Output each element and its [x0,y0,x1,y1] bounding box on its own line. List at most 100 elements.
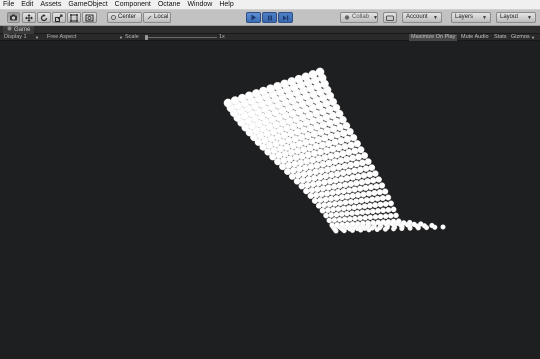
hand-tool-button[interactable] [7,12,20,23]
sphere [324,207,331,214]
sphere [349,154,357,162]
sphere [344,210,350,217]
display-chevron-icon: ▼ [35,35,39,40]
sphere [339,221,346,228]
mute-audio-toggle[interactable]: Mute Audio [459,34,491,41]
pivot-local-toggle[interactable]: Local [143,12,171,23]
sphere [328,212,335,218]
sphere [301,164,309,172]
sphere [363,196,370,203]
rotate-icon [40,13,48,22]
menu-item-component[interactable]: Component [115,0,151,10]
sphere [357,146,365,154]
transform-icon [85,14,94,22]
aspect-chevron-icon: ▼ [119,35,123,40]
rect-tool-button[interactable] [67,12,81,23]
aspect-dropdown[interactable]: Free Aspect [47,34,76,41]
sphere [315,202,322,209]
gizmos-dropdown[interactable]: Gizmos [509,34,532,41]
sphere [297,159,305,167]
sphere [336,182,343,189]
step-button[interactable] [278,12,293,23]
sphere [323,212,329,219]
sphere [343,155,351,163]
sphere [334,222,340,228]
pause-button[interactable] [262,12,277,23]
move-tool-button[interactable] [22,12,36,23]
layers-dropdown[interactable]: Layers ▼ [451,12,491,23]
maximize-on-play-toggle[interactable]: Maximize On Play [409,34,458,41]
sphere [354,209,361,216]
sphere [343,175,351,182]
game-viewport[interactable] [0,41,540,354]
menu-item-help[interactable]: Help [219,0,233,10]
local-space-icon [147,15,152,20]
sphere [352,215,358,222]
sphere [293,177,301,185]
scale-slider-track[interactable] [145,37,217,38]
account-label: Account [406,14,428,20]
sphere [333,170,341,178]
sphere [325,184,332,191]
sphere [345,204,352,211]
sphere [285,161,293,169]
sphere [299,176,307,184]
sphere [333,194,340,202]
sphere [375,176,382,183]
sphere [411,221,417,228]
transform-tool-button[interactable] [82,12,97,23]
cloud-button[interactable] [383,12,397,23]
tab-game-label: Game [14,27,31,33]
play-button[interactable] [246,12,261,23]
layers-chevron-icon: ▼ [482,14,487,21]
sphere [418,221,424,227]
sphere [357,215,363,221]
sphere [331,158,339,166]
collab-dropdown[interactable]: Collab ▼ [340,12,378,23]
sphere [309,180,317,188]
sphere [382,201,389,207]
menu-item-window[interactable]: Window [187,0,212,10]
sphere [326,178,334,185]
sphere [344,221,351,227]
rotate-tool-button[interactable] [37,12,51,23]
collab-chevron-icon: ▼ [373,14,378,21]
pivot-center-label: Center [118,14,137,20]
sphere [308,186,316,194]
sphere [319,185,327,192]
sphere [313,191,320,199]
stats-toggle[interactable]: Stats [492,34,509,41]
sphere [336,216,343,223]
layout-dropdown[interactable]: Layout ▼ [496,12,536,23]
sphere [380,219,387,225]
menu-item-file[interactable]: File [3,0,14,10]
sphere [385,207,392,213]
sphere [360,220,366,226]
sphere [311,197,318,204]
sphere [328,195,335,202]
game-view-controls: Display 1 ▼ Free Aspect ▼ Scale 1x Maxim… [0,34,540,41]
tab-game[interactable]: Game [3,25,35,34]
scale-tool-button[interactable] [52,12,66,23]
pivot-center-toggle[interactable]: Center [107,12,142,23]
display-dropdown[interactable]: Display 1 [4,34,27,41]
sphere [362,165,370,172]
scale-slider-thumb[interactable] [145,35,148,40]
menu-item-edit[interactable]: Edit [21,0,33,10]
sphere [345,187,353,194]
menu-item-gameobject[interactable]: GameObject [68,0,107,10]
sphere [288,173,296,180]
sphere [374,195,381,202]
sphere [315,180,322,187]
sphere [377,213,384,220]
sphere [324,166,331,173]
menu-item-octane[interactable]: Octane [158,0,181,10]
sphere [373,183,380,190]
sphere [347,180,355,188]
menu-item-assets[interactable]: Assets [40,0,61,10]
sphere [315,155,323,163]
sphere [349,221,356,227]
account-dropdown[interactable]: Account ▼ [402,12,442,23]
sphere [366,171,373,178]
sphere [349,192,356,199]
